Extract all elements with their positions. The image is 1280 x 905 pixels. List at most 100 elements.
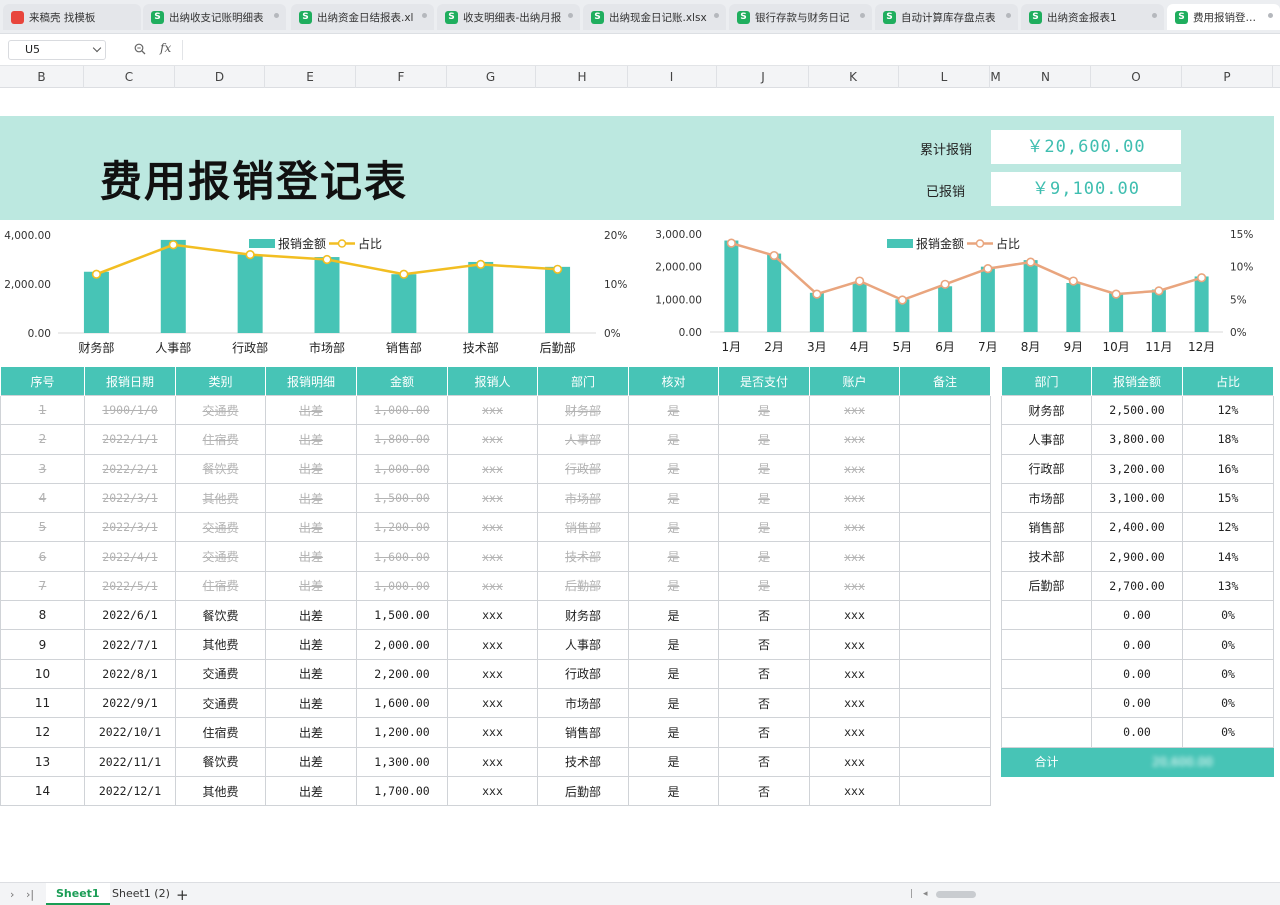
- column-header-G[interactable]: G: [446, 66, 536, 88]
- total-row[interactable]: 合计 20,600.00: [1001, 746, 1274, 777]
- column-header-I[interactable]: I: [627, 66, 717, 88]
- table-cell[interactable]: xxx: [447, 453, 538, 484]
- table-cell[interactable]: 是: [628, 717, 719, 748]
- line-point-mark[interactable]: [399, 269, 409, 279]
- table-cell[interactable]: 2022/7/1: [84, 629, 176, 660]
- table-cell[interactable]: 0.00: [1091, 658, 1183, 689]
- bar-mark[interactable]: [767, 253, 782, 332]
- table-cell[interactable]: xxx: [809, 424, 900, 455]
- table-row[interactable]: 9 2022/7/1 其他费 出差 2,000.00 xxx 人事部是否 xxx: [0, 629, 991, 660]
- table-cell[interactable]: xxx: [809, 717, 900, 748]
- table-cell[interactable]: 后勤部: [537, 775, 629, 807]
- line-point-mark[interactable]: [91, 269, 102, 279]
- close-icon[interactable]: [1268, 13, 1273, 18]
- table-cell[interactable]: 销售部: [537, 717, 629, 748]
- table-cell[interactable]: 餐饮费: [175, 600, 266, 631]
- line-point-mark[interactable]: [1068, 276, 1078, 286]
- column-header-C[interactable]: C: [84, 66, 175, 88]
- table-cell[interactable]: 人事部: [1001, 424, 1092, 455]
- table-cell[interactable]: 交通费: [175, 512, 266, 543]
- table-cell[interactable]: 5: [0, 512, 85, 543]
- tab-1[interactable]: 来稿壳 找模板: [3, 4, 141, 30]
- table-row[interactable]: 5 2022/3/1 交通费 出差 1,200.00 xxx 销售部是是 xxx: [0, 512, 991, 543]
- column-header[interactable]: 部门: [537, 366, 629, 396]
- table-cell[interactable]: [899, 512, 991, 543]
- table-cell[interactable]: 3: [0, 453, 85, 484]
- table-cell[interactable]: [899, 717, 991, 748]
- table-cell[interactable]: [899, 658, 991, 689]
- table-cell[interactable]: 2022/10/1: [84, 717, 176, 748]
- table-cell[interactable]: xxx: [447, 570, 538, 602]
- table-cell[interactable]: 住宿费: [175, 570, 266, 602]
- table-cell[interactable]: 出差: [265, 482, 357, 514]
- table-cell[interactable]: 后勤部: [1001, 570, 1092, 602]
- table-row[interactable]: 0.00 0%: [1001, 629, 1274, 660]
- table-cell[interactable]: 1900/1/0: [84, 394, 176, 426]
- table-cell[interactable]: 是: [628, 512, 719, 543]
- line-point-mark[interactable]: [812, 289, 822, 299]
- column-header[interactable]: 金额: [356, 366, 448, 396]
- table-cell[interactable]: 交通费: [175, 541, 266, 572]
- table-cell[interactable]: 是: [718, 570, 810, 602]
- table-cell[interactable]: 2,700.00: [1091, 570, 1183, 602]
- table-cell[interactable]: 财务部: [1001, 394, 1092, 426]
- table-cell[interactable]: 2022/11/1: [84, 746, 176, 777]
- table-cell[interactable]: 否: [718, 717, 810, 748]
- table-cell[interactable]: xxx: [809, 482, 900, 514]
- table-cell[interactable]: xxx: [809, 541, 900, 572]
- table-cell[interactable]: xxx: [809, 775, 900, 807]
- table-cell[interactable]: 12: [0, 717, 85, 748]
- table-cell[interactable]: [899, 570, 991, 602]
- table-cell[interactable]: 市场部: [537, 482, 629, 514]
- table-cell[interactable]: 行政部: [537, 453, 629, 484]
- table-cell[interactable]: 6: [0, 541, 85, 572]
- reimbursed-value[interactable]: ￥9,100.00: [991, 172, 1181, 206]
- bar-mark[interactable]: [160, 239, 186, 333]
- table-cell[interactable]: 1,500.00: [356, 482, 448, 514]
- table-cell[interactable]: 销售部: [537, 512, 629, 543]
- column-header[interactable]: 类别: [175, 366, 266, 396]
- table-cell[interactable]: 2022/1/1: [84, 424, 176, 455]
- table-cell[interactable]: xxx: [809, 570, 900, 602]
- table-cell[interactable]: 财务部: [537, 600, 629, 631]
- table-cell[interactable]: 市场部: [1001, 482, 1092, 514]
- table-cell[interactable]: 住宿费: [175, 717, 266, 748]
- table-cell[interactable]: 出差: [265, 600, 357, 631]
- bar-mark[interactable]: [237, 254, 263, 333]
- sheet-last-icon[interactable]: ›|: [26, 888, 34, 901]
- table-cell[interactable]: 住宿费: [175, 424, 266, 455]
- zoom-icon[interactable]: [134, 43, 146, 55]
- table-row[interactable]: 6 2022/4/1 交通费 出差 1,600.00 xxx 技术部是是 xxx: [0, 541, 991, 572]
- table-cell[interactable]: 否: [718, 600, 810, 631]
- table-row[interactable]: 10 2022/8/1 交通费 出差 2,200.00 xxx 行政部是否 xxx: [0, 658, 991, 689]
- table-cell[interactable]: 交通费: [175, 658, 266, 689]
- close-icon[interactable]: [274, 13, 279, 18]
- bar-mark[interactable]: [724, 240, 739, 332]
- table-cell[interactable]: 销售部: [1001, 512, 1092, 543]
- table-cell[interactable]: 餐饮费: [175, 453, 266, 484]
- table-cell[interactable]: xxx: [447, 746, 538, 777]
- table-cell[interactable]: [1001, 600, 1092, 631]
- table-cell[interactable]: 18%: [1182, 424, 1274, 455]
- table-cell[interactable]: 0.00: [1091, 717, 1183, 748]
- column-header-N[interactable]: N: [1001, 66, 1091, 88]
- tab-2[interactable]: S 出纳收支记账明细表: [143, 4, 286, 30]
- table-row[interactable]: 4 2022/3/1 其他费 出差 1,500.00 xxx 市场部是是 xxx: [0, 482, 991, 514]
- table-cell[interactable]: xxx: [447, 687, 538, 719]
- table-cell[interactable]: 14: [0, 775, 85, 807]
- table-row[interactable]: 7 2022/5/1 住宿费 出差 1,000.00 xxx 后勤部是是 xxx: [0, 570, 991, 602]
- table-cell[interactable]: 否: [718, 687, 810, 719]
- table-cell[interactable]: 是: [718, 453, 810, 484]
- table-cell[interactable]: 11: [0, 687, 85, 719]
- table-cell[interactable]: 8: [0, 600, 85, 631]
- table-row[interactable]: 0.00 0%: [1001, 658, 1274, 689]
- table-cell[interactable]: 技术部: [537, 746, 629, 777]
- table-cell[interactable]: 出差: [265, 453, 357, 484]
- table-cell[interactable]: [899, 629, 991, 660]
- table-row[interactable]: 0.00 0%: [1001, 600, 1274, 631]
- table-row[interactable]: 3 2022/2/1 餐饮费 出差 1,000.00 xxx 行政部是是 xxx: [0, 453, 991, 484]
- table-cell[interactable]: 餐饮费: [175, 746, 266, 777]
- table-cell[interactable]: [1001, 629, 1092, 660]
- table-cell[interactable]: 行政部: [1001, 453, 1092, 484]
- table-cell[interactable]: 行政部: [537, 658, 629, 689]
